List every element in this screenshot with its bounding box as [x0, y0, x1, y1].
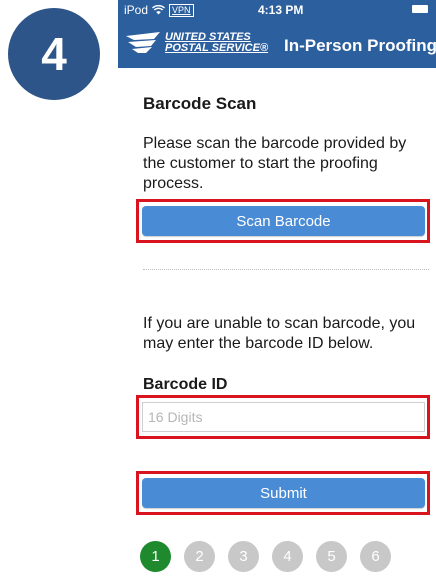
progress-step-3: 3 — [228, 541, 259, 572]
section-divider — [143, 269, 429, 270]
usps-line2: POSTAL SERVICE® — [165, 43, 268, 54]
wifi-icon — [152, 5, 166, 15]
barcode-id-label: Barcode ID — [143, 376, 228, 393]
phone-screen: iPod VPN 4:13 PM UNITED STATES POSTAL SE… — [118, 0, 436, 585]
status-bar: iPod VPN 4:13 PM — [118, 0, 436, 20]
battery-icon — [412, 5, 428, 13]
barcode-id-input[interactable] — [142, 402, 425, 432]
submit-button[interactable]: Submit — [142, 478, 425, 508]
progress-step-6: 6 — [360, 541, 391, 572]
carrier-label: iPod — [124, 3, 149, 17]
usps-line2-text: POSTAL SERVICE — [165, 42, 260, 54]
progress-step-4: 4 — [272, 541, 303, 572]
progress-step-5: 5 — [316, 541, 347, 572]
page-title: In-Person Proofing — [284, 36, 436, 55]
status-time: 4:13 PM — [258, 3, 304, 17]
usps-wordmark: UNITED STATES POSTAL SERVICE® — [165, 32, 268, 54]
app-header: UNITED STATES POSTAL SERVICE® In-Person … — [118, 20, 436, 68]
usps-eagle-icon — [126, 32, 160, 53]
usps-logo: UNITED STATES POSTAL SERVICE® — [124, 30, 268, 56]
step-number-badge: 4 — [8, 8, 100, 100]
registered-mark: ® — [259, 42, 269, 54]
scan-instructions: Please scan the barcode provided by the … — [143, 135, 407, 192]
scan-barcode-button[interactable]: Scan Barcode — [142, 206, 425, 236]
manual-entry-instructions: If you are unable to scan barcode, you m… — [143, 315, 416, 352]
status-left: iPod VPN — [124, 3, 194, 17]
progress-steps: 123456 — [140, 541, 391, 572]
section-title: Barcode Scan — [143, 94, 257, 113]
progress-step-2: 2 — [184, 541, 215, 572]
vpn-indicator: VPN — [169, 3, 194, 17]
progress-step-1: 1 — [140, 541, 171, 572]
